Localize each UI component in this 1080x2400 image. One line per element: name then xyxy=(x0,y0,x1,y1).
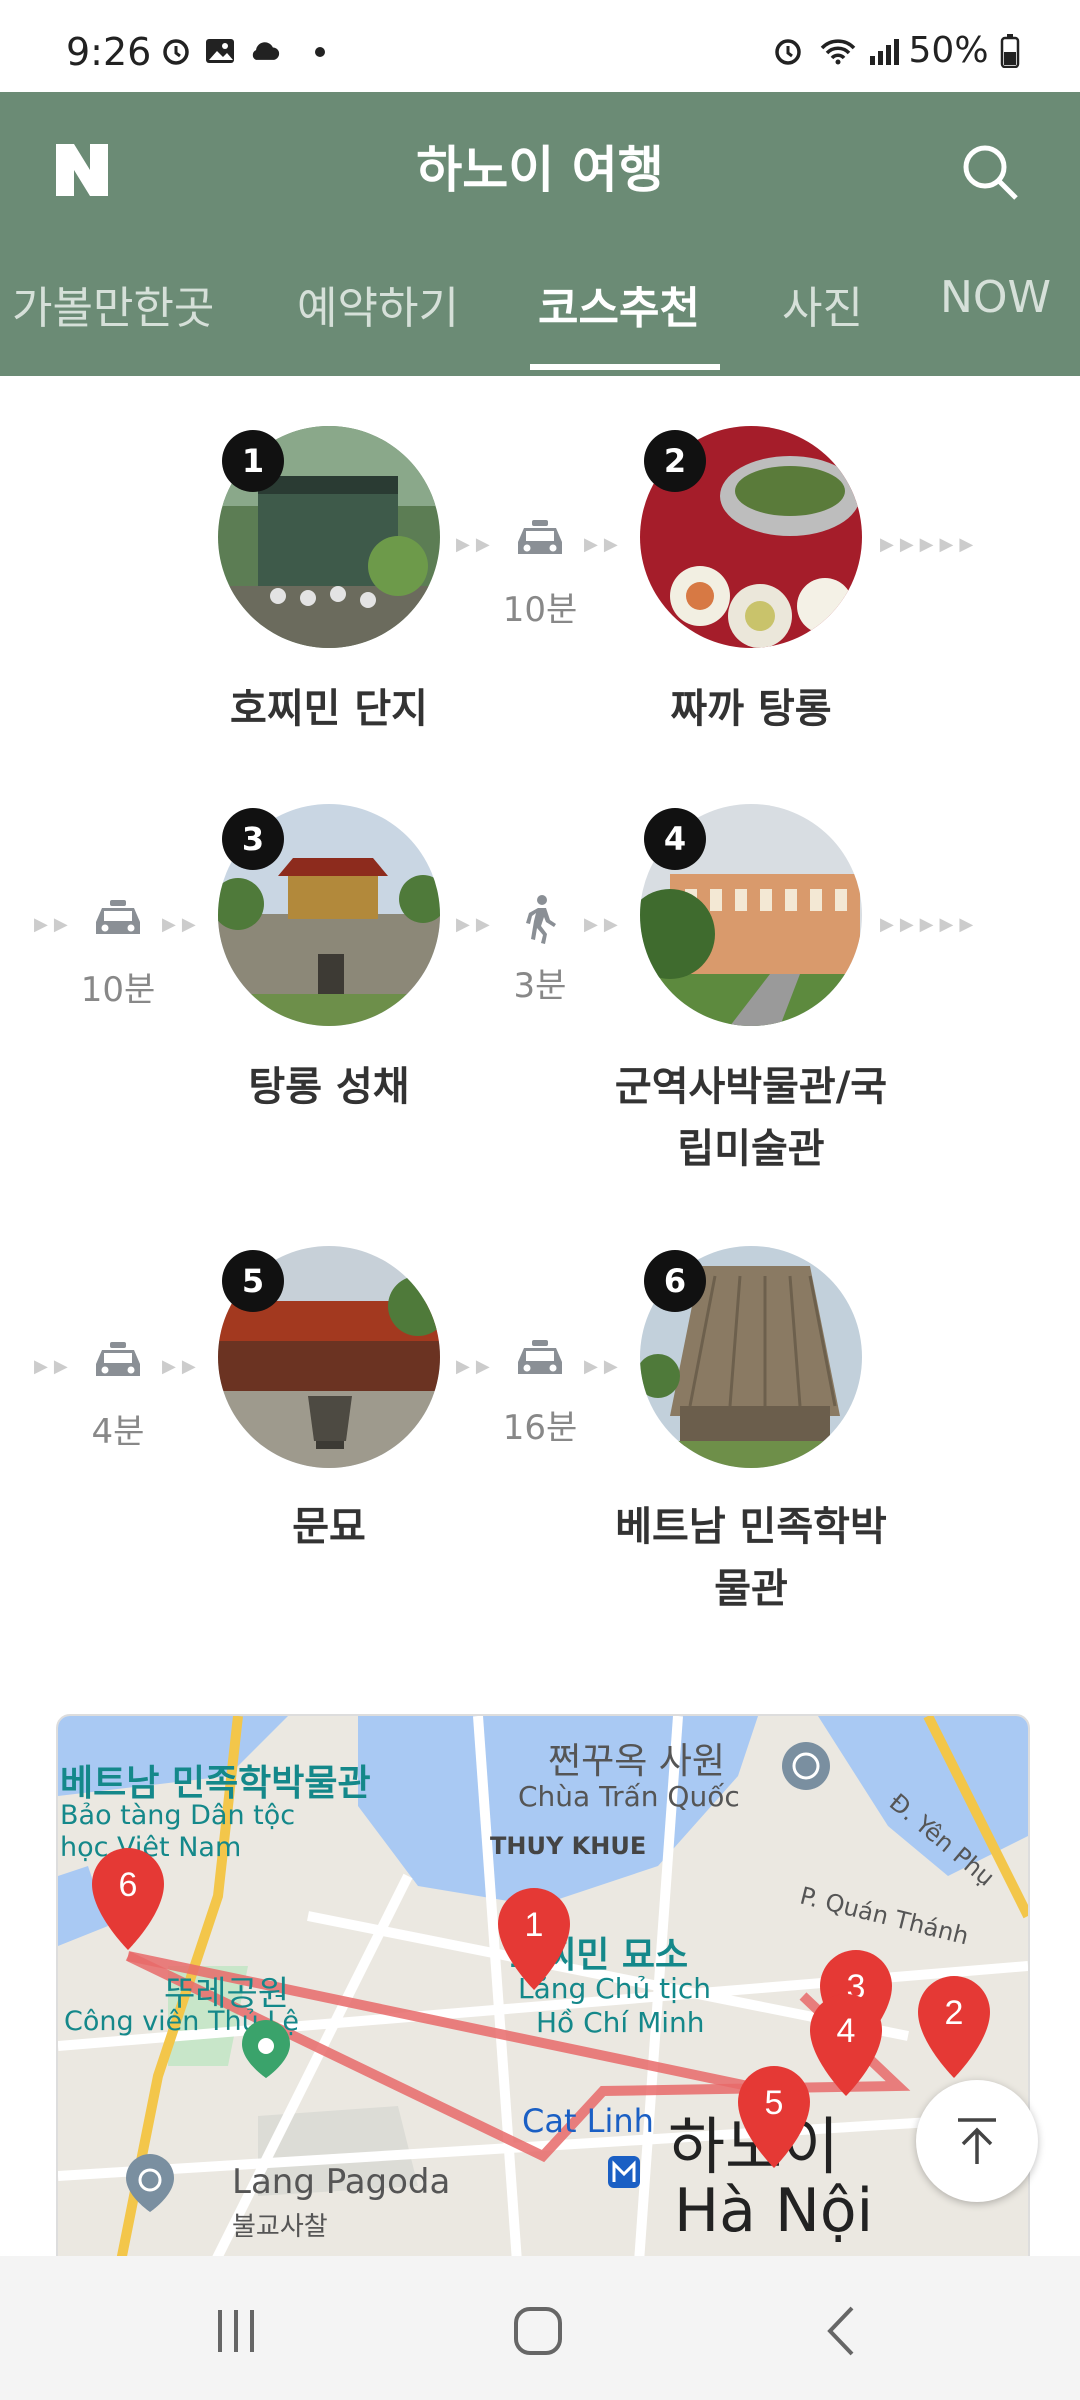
map-pin-6[interactable]: 6 xyxy=(88,1844,168,1954)
map-label-lang-pagoda: Lang Pagoda xyxy=(232,2162,451,2202)
map-pin-4[interactable]: 4 xyxy=(806,1990,886,2100)
scroll-to-top-button[interactable] xyxy=(916,2080,1038,2202)
place-name-5[interactable]: 문묘 xyxy=(169,1496,489,1558)
place-number-badge: 1 xyxy=(222,430,284,492)
place-name-1[interactable]: 호찌민 단지 xyxy=(169,678,489,740)
place-name-4[interactable]: 군역사박물관/국 립미술관 xyxy=(591,1056,911,1180)
tab-places[interactable]: 가볼만한곳 xyxy=(12,272,214,336)
route-arrows: ▶▶ xyxy=(162,914,202,935)
route-arrows: ▶▶ xyxy=(584,914,624,935)
travel-time: 10분 xyxy=(80,970,156,1010)
map-label-pagoda-vi: Chùa Trấn Quốc xyxy=(518,1780,740,1813)
travel-time: 3분 xyxy=(513,966,567,1006)
route-arrows: ▶▶ xyxy=(456,534,496,555)
place-number-badge: 3 xyxy=(222,808,284,870)
arrow-up-icon xyxy=(958,2118,996,2164)
travel-time: 4분 xyxy=(91,1412,145,1452)
status-bar: 9:26 50% xyxy=(0,0,1080,92)
taxi-icon xyxy=(96,900,140,934)
route-arrows: ▶▶ xyxy=(584,1356,624,1377)
travel-time: 10분 xyxy=(502,590,578,630)
place-number-badge: 6 xyxy=(644,1250,706,1312)
route-arrows: ▶▶ xyxy=(162,1356,202,1377)
route-arrows: ▶▶ xyxy=(456,1356,496,1377)
route-arrows: ▶▶▶▶▶ xyxy=(880,534,980,555)
alarm-icon-right xyxy=(775,39,801,65)
park-pin-icon[interactable] xyxy=(236,2016,296,2082)
tab-course[interactable]: 코스추천 xyxy=(538,272,700,336)
pin-label: 1 xyxy=(525,1906,544,1944)
taxi-icon xyxy=(96,1342,140,1376)
route-arrows: ▶▶ xyxy=(34,914,74,935)
map-label-pagoda: 쩐꾸옥 사원 xyxy=(548,1741,726,1782)
pin-label: 4 xyxy=(837,2012,856,2050)
battery-level: 50% xyxy=(909,30,1020,71)
place-number-badge: 5 xyxy=(222,1250,284,1312)
map-label-museum-vi: Bảo tàng Dân tộc xyxy=(60,1800,296,1831)
place-name-6[interactable]: 베트남 민족학박 물관 xyxy=(591,1496,911,1620)
metro-icon xyxy=(608,2156,640,2188)
map-label-hanoi-vi: Hà Nội xyxy=(674,2176,874,2246)
map-pin-2[interactable]: 2 xyxy=(914,1972,994,2082)
travel-time: 16분 xyxy=(502,1408,578,1448)
page-title: 하노이 여행 xyxy=(416,141,664,199)
place-number-badge: 4 xyxy=(644,808,706,870)
system-nav-bar xyxy=(0,2256,1080,2400)
route-arrows: ▶▶ xyxy=(456,914,496,935)
app-header: 하노이 여행 가볼만한곳 예약하기 코스추천 사진 NOW xyxy=(0,92,1080,376)
map-pin-5[interactable]: 5 xyxy=(734,2062,814,2172)
map-pin-1[interactable]: 1 xyxy=(494,1884,574,1994)
route-arrows: ▶▶ xyxy=(584,534,624,555)
search-icon[interactable] xyxy=(958,140,1022,204)
map-label-cat-linh: Cat Linh xyxy=(522,2102,654,2140)
gallery-icon xyxy=(206,39,234,63)
status-time: 9:26 xyxy=(66,30,152,74)
map-label-lang-pagoda-ko: 불교사찰 xyxy=(232,2212,328,2242)
pin-label: 2 xyxy=(945,1994,964,2032)
place-name-3[interactable]: 탕롱 성채 xyxy=(169,1056,489,1118)
home-icon[interactable] xyxy=(508,2304,568,2358)
recent-apps-icon[interactable] xyxy=(206,2304,266,2358)
pin-label: 5 xyxy=(765,2084,784,2122)
temple-pin-icon[interactable] xyxy=(120,2150,180,2216)
taxi-icon xyxy=(518,1340,562,1374)
place-name-2[interactable]: 짜까 탕롱 xyxy=(591,678,911,740)
cloud-icon xyxy=(252,42,280,60)
tab-bar: 가볼만한곳 예약하기 코스추천 사진 NOW xyxy=(0,272,1080,376)
map-label-thuy-khue: THUY KHUE xyxy=(490,1832,647,1860)
tab-now[interactable]: NOW xyxy=(940,272,1051,323)
walk-icon xyxy=(526,895,556,944)
map-label-hcm-vi2: Hồ Chí Minh xyxy=(536,2006,705,2039)
back-icon[interactable] xyxy=(812,2304,872,2358)
tab-photos[interactable]: 사진 xyxy=(782,272,863,336)
tab-booking[interactable]: 예약하기 xyxy=(297,272,459,336)
battery-icon xyxy=(1000,34,1020,69)
pin-label: 6 xyxy=(119,1866,138,1904)
temple-pin-icon[interactable] xyxy=(776,1738,836,1798)
place-number-badge: 2 xyxy=(644,430,706,492)
route-arrows: ▶▶▶▶▶ xyxy=(880,914,980,935)
map-label-museum: 베트남 민족학박물관 xyxy=(60,1763,371,1804)
signal-icon xyxy=(870,39,899,65)
wifi-icon xyxy=(820,39,856,65)
alarm-icon xyxy=(163,39,189,65)
active-tab-indicator xyxy=(530,364,720,370)
route-arrows: ▶▶ xyxy=(34,1356,74,1377)
taxi-icon xyxy=(518,520,562,554)
notification-dot-icon xyxy=(315,47,325,57)
course-map[interactable]: 베트남 민족학박물관 Bảo tàng Dân tộc học Việt Nam… xyxy=(56,1714,1030,2278)
